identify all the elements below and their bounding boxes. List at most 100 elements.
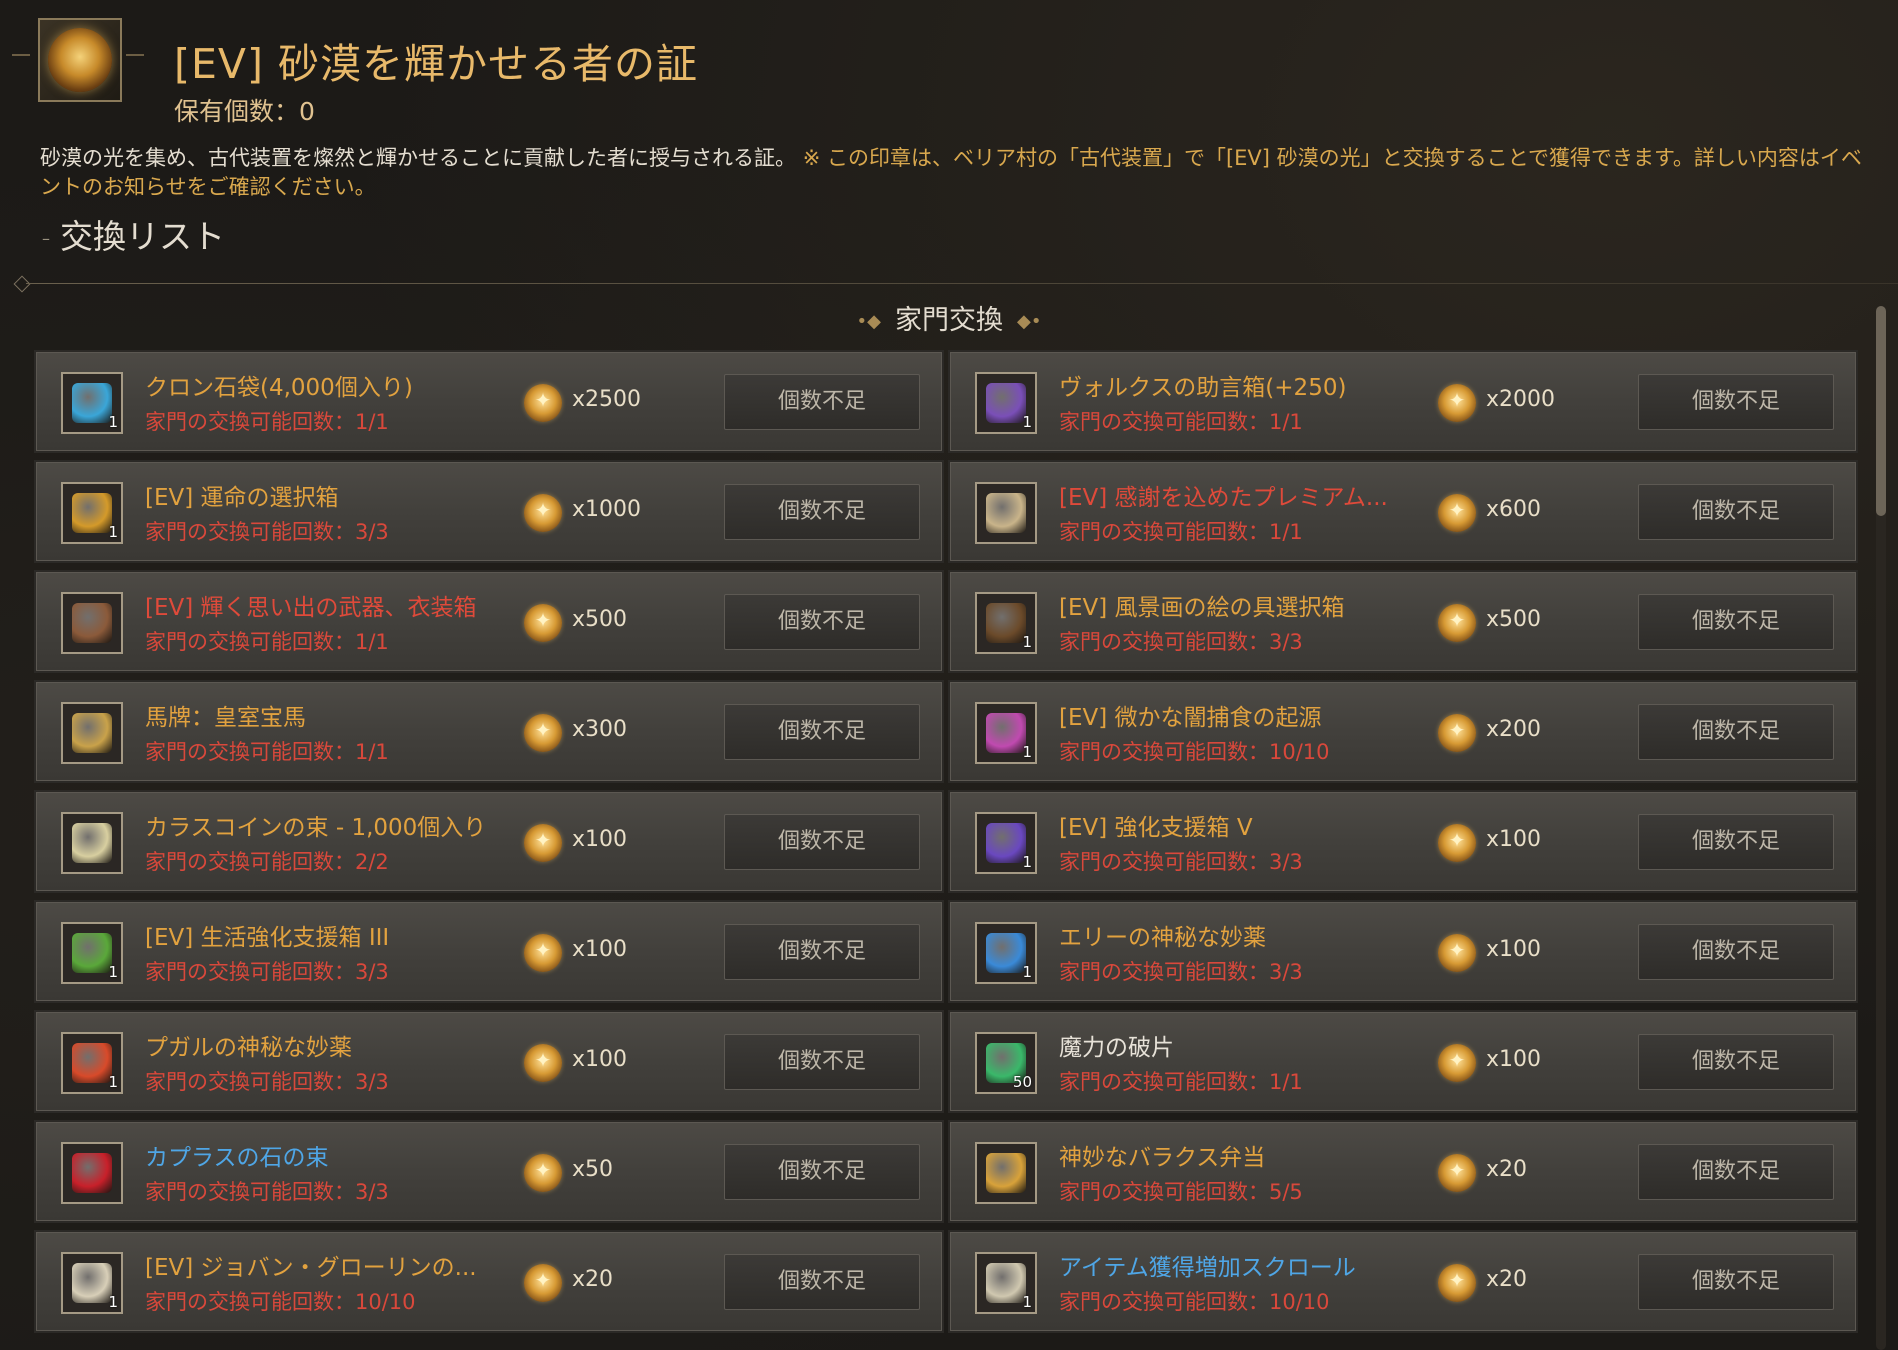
exchange-button[interactable]: 個数不足 (724, 374, 920, 430)
gold-chest-icon (72, 493, 112, 533)
item-name: [EV] 生活強化支援箱 III (145, 925, 390, 951)
exchange-limit: 家門の交換可能回数：3/3 (145, 520, 389, 544)
exchange-list-title: 交換リスト (60, 217, 225, 256)
exchange-button[interactable]: 個数不足 (1638, 1254, 1834, 1310)
item-name: [EV] 強化支援箱 V (1059, 815, 1253, 841)
exchange-limit: 家門の交換可能回数：3/3 (1059, 630, 1303, 654)
item-name: [EV] 風景画の絵の具選択箱 (1059, 595, 1345, 621)
exchange-cost: x100 (572, 1047, 628, 1072)
item-slot[interactable] (61, 702, 123, 764)
item-slot[interactable] (975, 1142, 1037, 1204)
emblem-coin-icon (1438, 494, 1476, 532)
divider (26, 283, 1898, 284)
exchange-button[interactable]: 個数不足 (724, 1254, 920, 1310)
exchange-cost: x1000 (572, 497, 642, 522)
scroll-icon (986, 1263, 1026, 1303)
exchange-limit: 家門の交換可能回数：1/1 (145, 410, 389, 434)
ornament-left-icon: •◆ (856, 311, 881, 332)
item-description: 砂漠の光を集め、古代装置を燦然と輝かせることに貢献した者に授与される証。 ※ こ… (40, 144, 1880, 202)
exchange-cost: x100 (1486, 827, 1542, 852)
emblem-coin-icon (1438, 824, 1476, 862)
exchange-cost: x50 (572, 1157, 614, 1182)
exchange-limit: 家門の交換可能回数：3/3 (145, 960, 389, 984)
item-name: [EV] ジョバン・グローリンの... (145, 1255, 477, 1281)
exchange-row: 1 エリーの神秘な妙薬家門の交換可能回数：3/3 x100 個数不足 (948, 900, 1858, 1003)
exchange-limit: 家門の交換可能回数：1/1 (1059, 520, 1303, 544)
exchange-button[interactable]: 個数不足 (724, 704, 920, 760)
emblem-coin-icon (524, 1264, 562, 1302)
exchange-cost: x300 (572, 717, 628, 742)
exchange-row: カラスコインの束 - 1,000個入り家門の交換可能回数：2/2 x100 個数不足 (34, 790, 944, 893)
exchange-cost: x600 (1486, 497, 1542, 522)
item-slot[interactable]: 1 (975, 812, 1037, 874)
item-quantity: 1 (1022, 413, 1032, 431)
exchange-cost: x100 (1486, 937, 1542, 962)
item-name: [EV] 感謝を込めたプレミアム... (1059, 485, 1388, 511)
item-slot[interactable]: 1 (61, 372, 123, 434)
exchange-button[interactable]: 個数不足 (724, 1144, 920, 1200)
exchange-button[interactable]: 個数不足 (1638, 484, 1834, 540)
emblem-coin-icon (1438, 1044, 1476, 1082)
item-slot[interactable]: 1 (975, 592, 1037, 654)
exchange-cost: x20 (1486, 1157, 1528, 1182)
item-name: プガルの神秘な妙薬 (145, 1035, 352, 1061)
exchange-button[interactable]: 個数不足 (724, 594, 920, 650)
item-slot[interactable]: 1 (975, 372, 1037, 434)
paint-box-icon (986, 603, 1026, 643)
scrollbar-thumb[interactable] (1876, 306, 1886, 516)
emblem-coin-icon (1438, 1264, 1476, 1302)
exchange-limit: 家門の交換可能回数：1/1 (1059, 410, 1303, 434)
item-slot[interactable]: 1 (61, 1252, 123, 1314)
item-slot[interactable]: 50 (975, 1032, 1037, 1094)
exchange-button[interactable]: 個数不足 (724, 484, 920, 540)
item-slot[interactable]: 1 (975, 1252, 1037, 1314)
exchange-cost: x100 (1486, 1047, 1542, 1072)
item-slot[interactable]: 1 (975, 702, 1037, 764)
item-slot[interactable] (61, 812, 123, 874)
item-slot[interactable]: 1 (975, 922, 1037, 984)
exchange-cost: x500 (1486, 607, 1542, 632)
divider-diamond-icon (13, 275, 31, 293)
exchange-button[interactable]: 個数不足 (1638, 1034, 1834, 1090)
item-slot[interactable] (61, 1142, 123, 1204)
exchange-button[interactable]: 個数不足 (1638, 374, 1834, 430)
sun-medal-icon (48, 28, 112, 92)
item-slot[interactable]: 1 (61, 482, 123, 544)
life-box-icon (72, 933, 112, 973)
emblem-coin-icon (524, 604, 562, 642)
exchange-limit: 家門の交換可能回数：10/10 (1059, 1290, 1330, 1314)
emblem-coin-icon (524, 934, 562, 972)
exchange-button[interactable]: 個数不足 (1638, 814, 1834, 870)
exchange-row: 1 アイテム獲得増加スクロール家門の交換可能回数：10/10 x20 個数不足 (948, 1230, 1858, 1333)
item-slot[interactable] (975, 482, 1037, 544)
exchange-limit: 家門の交換可能回数：1/1 (1059, 1070, 1303, 1094)
blue-potion-icon (986, 933, 1026, 973)
item-quantity: 1 (1022, 633, 1032, 651)
exchange-button[interactable]: 個数不足 (724, 924, 920, 980)
item-name: エリーの神秘な妙薬 (1059, 925, 1266, 951)
exchange-limit: 家門の交換可能回数：3/3 (1059, 960, 1303, 984)
exchange-button[interactable]: 個数不足 (1638, 924, 1834, 980)
exchange-cost: x20 (1486, 1267, 1528, 1292)
item-slot[interactable]: 1 (61, 922, 123, 984)
emblem-ornament-left (12, 54, 30, 56)
exchange-row: 1 [EV] 生活強化支援箱 III 家門の交換可能回数：3/3 x100 個数不足 (34, 900, 944, 1003)
owned-count: 保有個数：0 (174, 97, 315, 126)
emblem-coin-icon (1438, 604, 1476, 642)
purple-chest-icon (986, 383, 1026, 423)
exchange-limit: 家門の交換可能回数：10/10 (1059, 740, 1330, 764)
exchange-button[interactable]: 個数不足 (724, 1034, 920, 1090)
exchange-button[interactable]: 個数不足 (1638, 704, 1834, 760)
exchange-button[interactable]: 個数不足 (1638, 1144, 1834, 1200)
item-slot[interactable]: 1 (61, 1032, 123, 1094)
exchange-button[interactable]: 個数不足 (724, 814, 920, 870)
collapse-toggle[interactable]: – (42, 229, 50, 248)
item-name: ヴォルクスの助言箱(+250) (1059, 375, 1347, 401)
emblem-coin-icon (524, 714, 562, 752)
emblem-coin-icon (1438, 384, 1476, 422)
item-slot[interactable] (61, 592, 123, 654)
exchange-cost: x2500 (572, 387, 642, 412)
exchange-button[interactable]: 個数不足 (1638, 594, 1834, 650)
item-quantity: 1 (108, 1293, 118, 1311)
spiral-orb-icon (986, 713, 1026, 753)
